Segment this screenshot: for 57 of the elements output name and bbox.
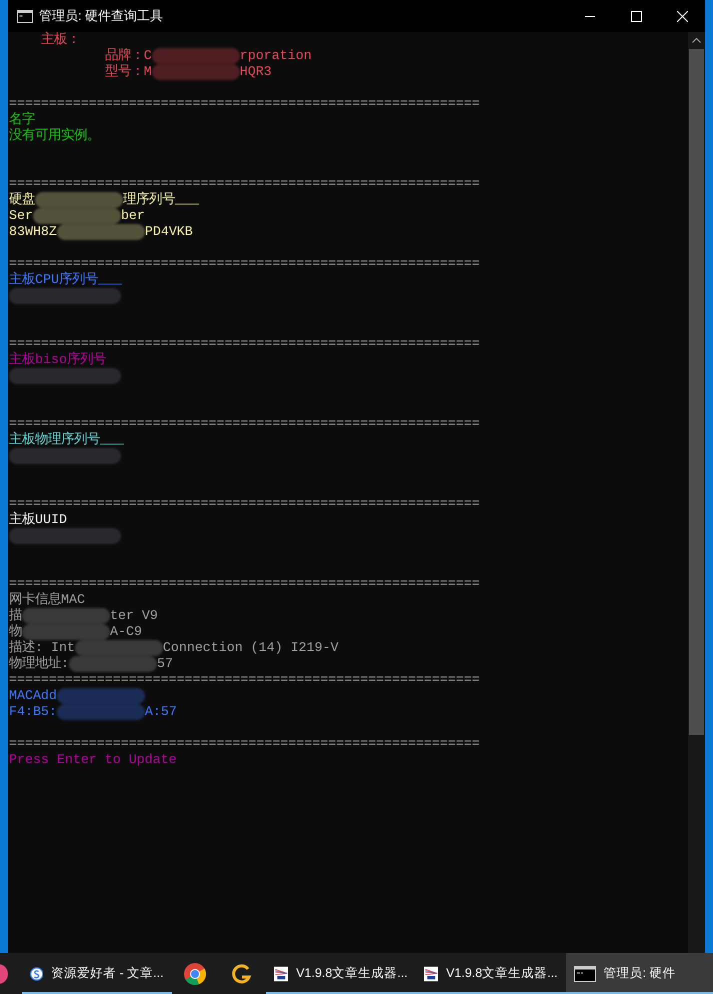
close-icon — [676, 10, 688, 22]
console-text: HQR3 — [240, 64, 272, 80]
console-text: 物 — [9, 624, 22, 640]
app-icon — [0, 962, 10, 984]
console-text: 没有可用实例。 — [9, 128, 100, 144]
console-text: 主板物理序列号___ — [9, 432, 124, 448]
browser-icon — [183, 962, 208, 986]
taskbar-button[interactable]: 资源爱好者 - 文章... — [22, 953, 172, 994]
taskbar-label: 资源爱好者 - 文章... — [51, 965, 164, 982]
separator-line: =========================================================== — [9, 96, 480, 112]
console-text: Press Enter to Update — [9, 752, 177, 768]
console-text: 主板CPU序列号___ — [9, 272, 122, 288]
taskbar-button[interactable]: V1.9.8文章生成器... — [266, 953, 416, 994]
console-icon — [574, 966, 596, 982]
separator-line: =========================================================== — [9, 256, 480, 272]
console-text: Connection (14) I219-V — [162, 640, 338, 656]
console-text: 硬盘 — [9, 192, 35, 208]
window-title: 管理员: 硬件查询工具 — [39, 7, 164, 26]
console-text: 描述: Int — [9, 640, 75, 656]
separator-line: =========================================================== — [9, 336, 480, 352]
console-text: ber — [120, 208, 145, 224]
separator-line: =========================================================== — [9, 576, 480, 592]
console-text: MACAdd — [9, 688, 57, 704]
console-text: A-C9 — [110, 624, 142, 640]
console-text: 83WH8Z — [9, 224, 57, 240]
scrollbar-thumb[interactable] — [689, 49, 704, 735]
separator-line: =========================================================== — [9, 496, 480, 512]
console-text: 理序列号___ — [123, 192, 199, 208]
separator-line: =========================================================== — [9, 736, 480, 752]
console-text: 主板UUID — [9, 512, 67, 528]
console-text: 品牌：C — [104, 48, 152, 64]
console-text: 名字 — [9, 112, 35, 128]
separator-line: =========================================================== — [9, 416, 480, 432]
taskbar-button[interactable]: V1.9.8文章生成器... — [416, 953, 566, 994]
console-text: ter V9 — [110, 608, 158, 624]
scroll-up-icon — [692, 38, 701, 43]
taskbar-label: 管理员: 硬件 — [604, 965, 676, 982]
taskbar-button[interactable]: 管理员: 硬件 — [566, 953, 713, 994]
console-text: rporation — [240, 48, 312, 64]
taskbar-label: V1.9.8文章生成器... — [446, 965, 558, 982]
taskbar-label: V1.9.8文章生成器... — [296, 965, 408, 982]
console-text: 物理地址: — [9, 656, 69, 672]
console-text: Ser — [9, 208, 33, 224]
app-icon — [231, 962, 254, 984]
console-text: 57 — [156, 656, 173, 672]
console-icon — [17, 10, 33, 22]
console-text: 主板： — [40, 32, 80, 48]
console-text: 型号：M — [104, 64, 152, 80]
console-text: 主板biso序列号 — [9, 352, 106, 368]
separator-line: =========================================================== — [9, 176, 480, 192]
maximize-icon — [630, 10, 642, 22]
console-text: A:57 — [144, 704, 177, 720]
console-text: F4:B5: — [9, 704, 57, 720]
separator-line: =========================================================== — [9, 672, 480, 688]
console-text: 网卡信息MAC — [9, 592, 85, 608]
console-text: PD4VKB — [144, 224, 193, 240]
console-text: 描 — [9, 608, 22, 624]
